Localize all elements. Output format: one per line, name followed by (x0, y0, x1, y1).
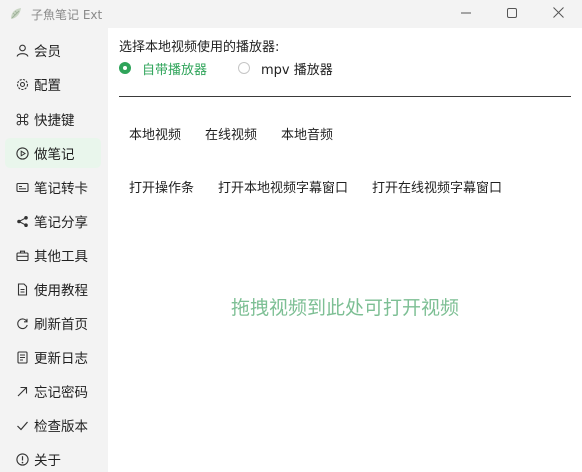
gear-icon (15, 77, 29, 91)
leaf-logo-icon (8, 6, 24, 22)
sidebar-item-take-notes[interactable]: 做笔记 (5, 138, 101, 168)
sidebar-item-label: 更新日志 (34, 351, 88, 367)
title-bar[interactable]: 子魚笔记 Ext (0, 0, 582, 28)
sidebar-item-note-to-card[interactable]: 笔记转卡 (5, 172, 101, 202)
close-icon (552, 6, 564, 22)
toolbox-icon (15, 248, 29, 262)
minimize-icon (461, 7, 471, 22)
sidebar-item-note-share[interactable]: 笔记分享 (5, 206, 101, 236)
window-title: 子魚笔记 Ext (31, 8, 103, 22)
play-circle-icon (15, 146, 29, 160)
sidebar-item-label: 配置 (34, 78, 61, 94)
sidebar-item-label: 忘记密码 (34, 385, 88, 401)
sidebar-item-label: 其他工具 (34, 249, 88, 265)
sidebar-item-shortcuts[interactable]: 快捷键 (5, 104, 101, 134)
online-video-button[interactable]: 在线视频 (195, 122, 267, 144)
document-icon (15, 282, 29, 296)
sidebar-item-tutorial[interactable]: 使用教程 (5, 274, 101, 304)
sidebar-item-about[interactable]: 关于 (5, 444, 101, 472)
radio-label: mpv 播放器 (261, 62, 333, 78)
open-toolbar-button[interactable]: 打开操作条 (119, 175, 204, 197)
check-icon (15, 418, 29, 432)
sidebar-item-label: 检查版本 (34, 419, 88, 435)
sidebar-item-label: 刷新首页 (34, 317, 88, 333)
log-icon (15, 350, 29, 364)
source-button-row: 本地视频 在线视频 本地音频 (119, 122, 347, 144)
sidebar-item-label: 笔记分享 (34, 215, 88, 231)
maximize-button[interactable] (489, 0, 535, 28)
player-select-label: 选择本地视频使用的播放器: (119, 40, 280, 55)
radio-checked-icon (119, 62, 131, 74)
local-audio-button[interactable]: 本地音频 (271, 122, 343, 144)
sidebar-item-other-tools[interactable]: 其他工具 (5, 240, 101, 270)
window-button-row: 打开操作条 打开本地视频字幕窗口 打开在线视频字幕窗口 (119, 175, 516, 197)
command-key-icon (15, 112, 29, 126)
minimize-button[interactable] (443, 0, 489, 28)
sidebar-item-label: 使用教程 (34, 283, 88, 299)
sidebar-item-settings[interactable]: 配置 (5, 69, 101, 99)
arrow-up-right-icon (15, 384, 29, 398)
radio-label: 自带播放器 (142, 62, 208, 78)
player-radio-group: 自带播放器 mpv 播放器 (119, 59, 333, 78)
sidebar-item-member[interactable]: 会员 (5, 35, 101, 65)
refresh-icon (15, 316, 29, 330)
card-icon (15, 180, 29, 194)
user-icon (15, 43, 29, 57)
sidebar-item-label: 关于 (34, 453, 61, 469)
open-online-subtitle-window-button[interactable]: 打开在线视频字幕窗口 (362, 175, 512, 197)
close-button[interactable] (535, 0, 581, 28)
share-icon (15, 214, 29, 228)
sidebar-item-label: 笔记转卡 (34, 181, 88, 197)
mpv-player-radio[interactable]: mpv 播放器 (238, 59, 333, 78)
video-drop-zone-hint[interactable]: 拖拽视频到此处可打开视频 (108, 293, 582, 320)
app-window: 子魚笔记 Ext 会员 配置 快捷键 做笔记 笔记转卡 笔记分享 其他工具 使用… (0, 0, 582, 472)
sidebar-item-check-version[interactable]: 检查版本 (5, 410, 101, 440)
sidebar-item-forgot-password[interactable]: 忘记密码 (5, 376, 101, 406)
maximize-icon (507, 7, 517, 22)
sidebar-item-changelog[interactable]: 更新日志 (5, 342, 101, 372)
builtin-player-radio[interactable]: 自带播放器 (119, 59, 207, 78)
sidebar-item-refresh-home[interactable]: 刷新首页 (5, 308, 101, 338)
local-video-button[interactable]: 本地视频 (119, 122, 191, 144)
sidebar-item-label: 做笔记 (34, 147, 75, 163)
sidebar: 会员 配置 快捷键 做笔记 笔记转卡 笔记分享 其他工具 使用教程 刷新首页 更… (0, 32, 106, 472)
radio-unchecked-icon (238, 62, 251, 74)
divider (119, 96, 571, 97)
sidebar-item-label: 会员 (34, 44, 61, 60)
info-icon (15, 452, 29, 466)
open-local-subtitle-window-button[interactable]: 打开本地视频字幕窗口 (208, 175, 358, 197)
sidebar-item-label: 快捷键 (34, 113, 75, 129)
main-panel: 选择本地视频使用的播放器: 自带播放器 mpv 播放器 本地视频 在线视频 本地… (108, 28, 582, 472)
